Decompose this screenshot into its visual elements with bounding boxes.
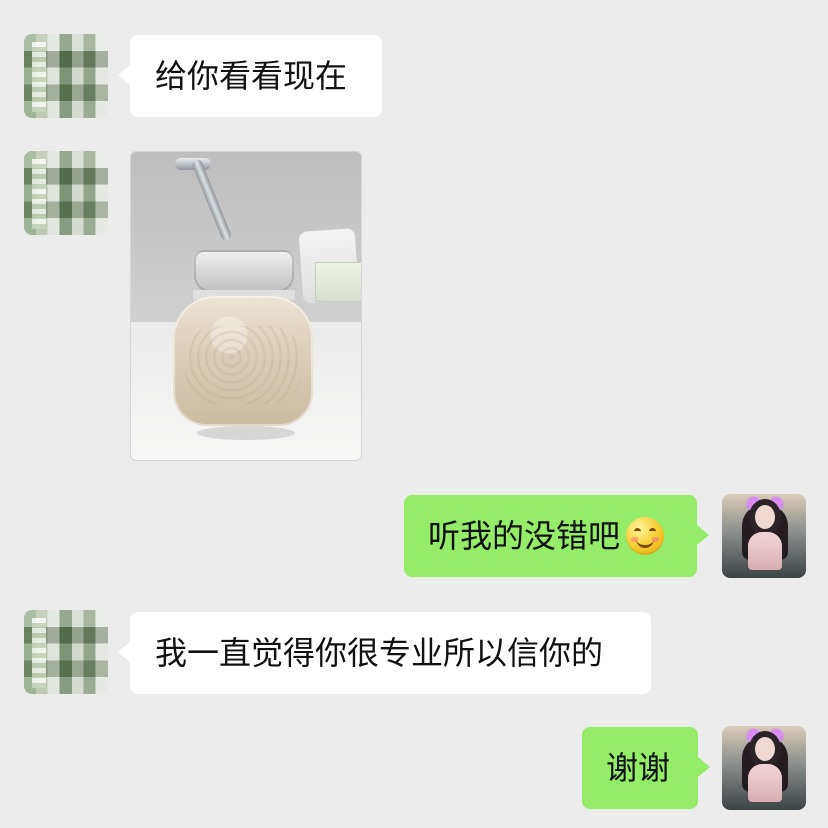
jar-lid-icon xyxy=(194,250,294,292)
message-bubble-1[interactable]: 给你看看现在 xyxy=(118,35,382,117)
avatar-body xyxy=(748,764,782,802)
jar-icon xyxy=(173,296,313,426)
message-bubble-2[interactable]: 听我的没错吧 xyxy=(404,495,709,577)
emoji-cheek-left xyxy=(631,537,639,542)
message-text-1: 给你看看现在 xyxy=(155,57,348,95)
outgoing-avatar[interactable] xyxy=(722,726,806,810)
avatar-body xyxy=(748,532,782,570)
incoming-avatar[interactable] xyxy=(24,610,108,694)
message-text-2: 听我的没错吧 xyxy=(428,517,621,555)
message-bubble-3[interactable]: 我一直觉得你很专业所以信你的 xyxy=(118,612,651,694)
message-text-4: 谢谢 xyxy=(606,749,671,787)
incoming-avatar[interactable] xyxy=(24,151,108,235)
message-text-3: 我一直觉得你很专业所以信你的 xyxy=(155,634,604,672)
avatar-face xyxy=(755,737,775,761)
box-shape xyxy=(315,262,361,302)
image-message[interactable] xyxy=(130,151,362,461)
incoming-avatar[interactable] xyxy=(24,34,108,118)
avatar-face xyxy=(755,505,775,529)
jar-shadow xyxy=(197,426,295,440)
emoji-mouth xyxy=(636,535,655,548)
outgoing-avatar[interactable] xyxy=(722,494,806,578)
emoji-cheek-right xyxy=(652,537,660,542)
smiling-face-emoji xyxy=(626,517,665,555)
message-bubble-4[interactable]: 谢谢 xyxy=(582,727,710,809)
